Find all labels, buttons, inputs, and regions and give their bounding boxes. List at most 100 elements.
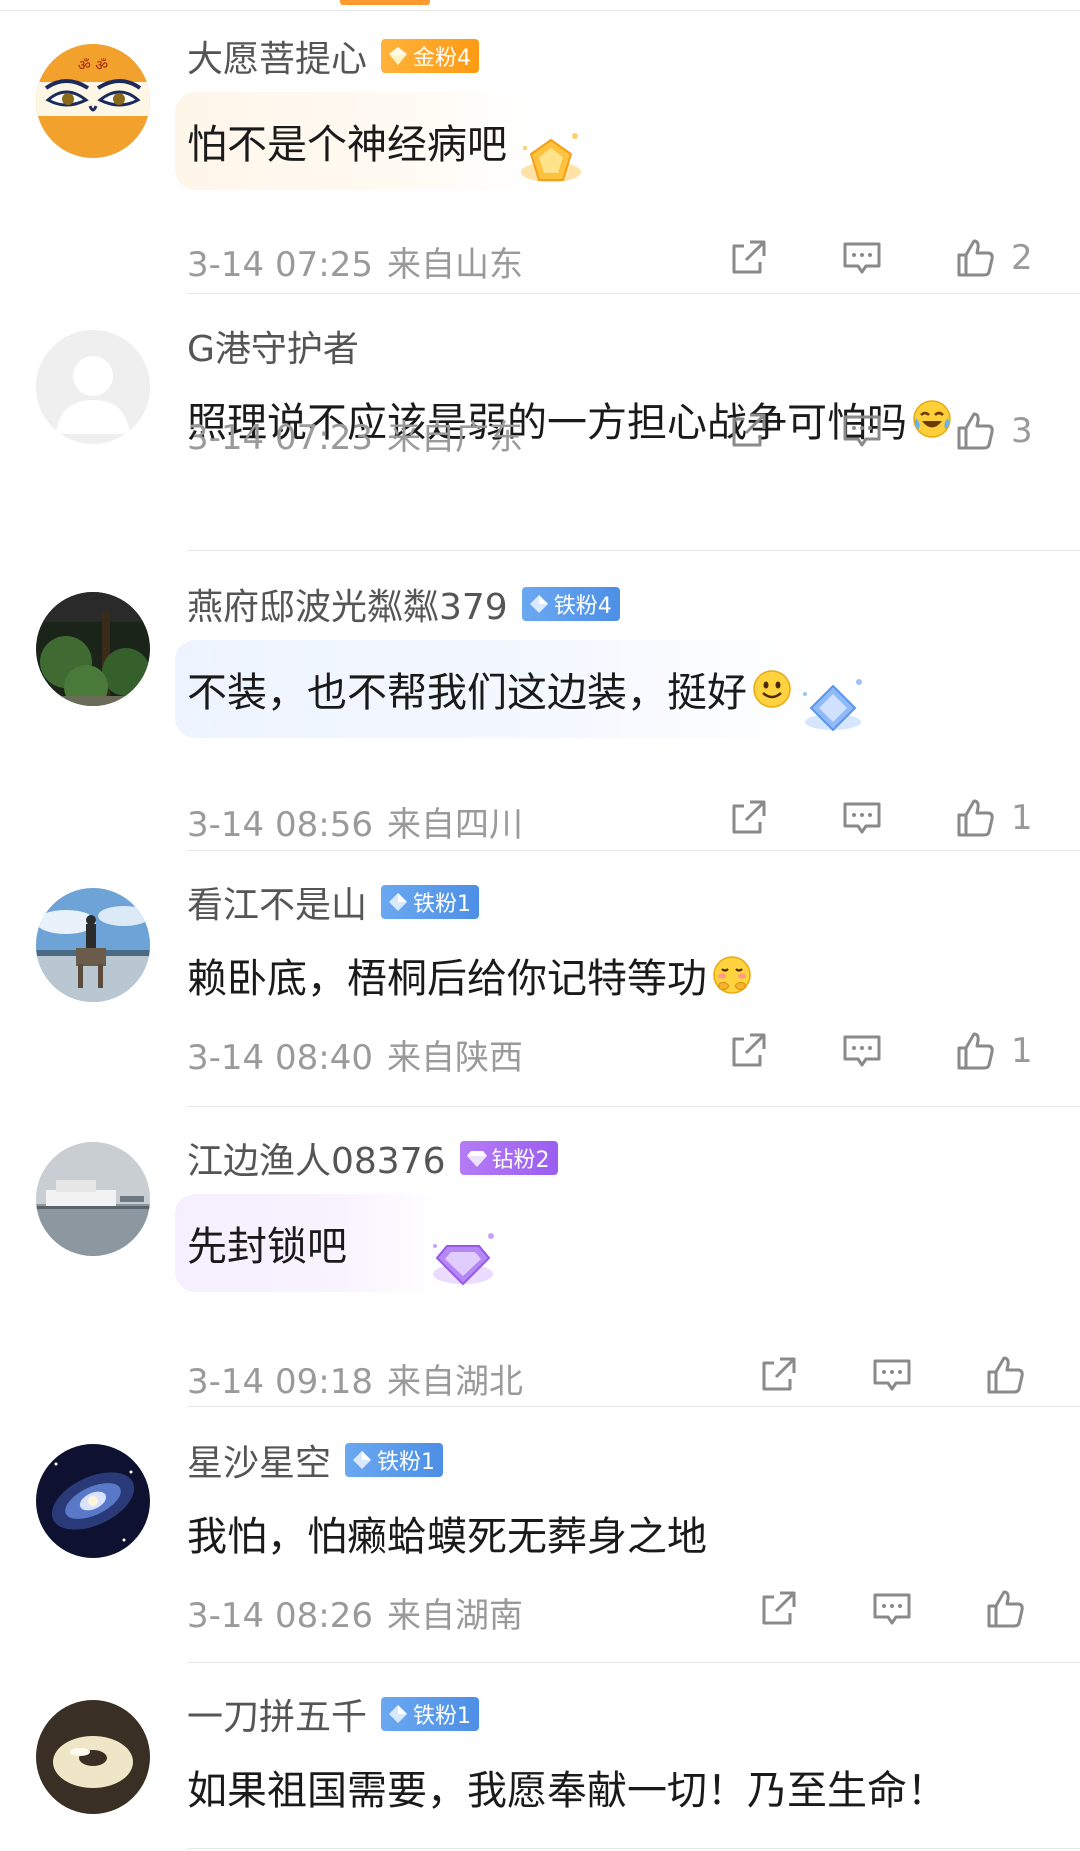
avatar[interactable]: ॐ ॐ [36, 44, 150, 158]
like-button[interactable] [983, 1352, 1027, 1398]
badge-label: 铁粉1 [413, 892, 472, 917]
top-edge [0, 0, 1080, 12]
username[interactable]: 看江不是山 [187, 876, 367, 928]
top-divider [0, 10, 1080, 11]
timestamp: 3-14 08:26 [187, 1596, 373, 1636]
share-button[interactable] [726, 1028, 770, 1074]
fan-badge[interactable]: 钻粉2 [459, 1141, 558, 1175]
comment-text-row: 赖卧底，梧桐后给你记特等功 [187, 946, 753, 1004]
reply-button[interactable] [840, 235, 884, 281]
comment-icon [873, 1593, 911, 1625]
comment-feed: ॐ ॐ 大愿菩提心 金粉4 怕不是个神经病吧 3-14 07:25 来自山东 2… [0, 0, 1080, 1851]
thumbs-up-icon [957, 799, 994, 837]
like-button[interactable]: 3 [953, 408, 1033, 454]
name-row: 看江不是山 铁粉1 [187, 876, 480, 928]
reply-button[interactable] [870, 1586, 914, 1632]
like-button[interactable] [983, 1586, 1027, 1632]
name-row: 江边渔人08376 钻粉2 [187, 1134, 558, 1182]
share-button[interactable] [726, 408, 770, 454]
comment-meta: 3-14 07:23 来自广东 [187, 410, 523, 459]
avatar-forest-image [36, 592, 150, 706]
avatar[interactable] [36, 1444, 150, 1558]
like-button[interactable]: 1 [953, 795, 1033, 841]
like-count: 2 [1011, 238, 1033, 278]
timestamp: 3-14 09:18 [187, 1362, 373, 1402]
fan-badge[interactable]: 铁粉1 [381, 1697, 480, 1731]
avatar[interactable] [36, 1142, 150, 1256]
username[interactable]: 江边渔人08376 [187, 1132, 446, 1184]
username[interactable]: 燕府邸波光粼粼379 [187, 578, 508, 630]
reply-button[interactable] [840, 795, 884, 841]
username[interactable]: 大愿菩提心 [187, 30, 367, 82]
diamond-fan-bubble: 先封锁吧 [175, 1194, 494, 1292]
comment-text: 不装，也不帮我们这边装，挺好 [187, 670, 747, 716]
like-count: 1 [1011, 1031, 1033, 1071]
username[interactable]: 一刀拼五千 [187, 1688, 367, 1740]
thumbs-up-icon [957, 239, 994, 277]
badge-label: 金粉4 [413, 46, 472, 71]
share-icon [762, 1357, 796, 1391]
comment-meta: 3-14 08:26 来自湖南 [187, 1588, 523, 1637]
comment-item: 燕府邸波光粼粼379 铁粉4 不装，也不帮我们这边装，挺好 3-14 08:56… [0, 550, 1080, 851]
avatar[interactable] [36, 592, 150, 706]
share-button[interactable] [756, 1352, 800, 1398]
like-count: 3 [1011, 411, 1033, 451]
like-button[interactable]: 2 [953, 235, 1033, 281]
comment-text-row: 不装，也不帮我们这边装，挺好 [187, 660, 793, 718]
location: 来自四川 [386, 805, 523, 845]
share-button[interactable] [726, 795, 770, 841]
thumbs-up-icon [957, 1032, 994, 1070]
share-button[interactable] [756, 1586, 800, 1632]
username[interactable]: 星沙星空 [187, 1434, 331, 1486]
share-icon [732, 1033, 766, 1067]
name-row: 星沙星空 铁粉1 [187, 1434, 444, 1486]
avatar-rider-image [36, 888, 150, 1002]
reply-button[interactable] [840, 408, 884, 454]
timestamp: 3-14 07:25 [187, 245, 373, 285]
comment-icon [843, 802, 881, 834]
fan-badge[interactable]: 铁粉4 [521, 587, 620, 621]
smile-emoji-icon [753, 670, 791, 708]
badge-label: 铁粉1 [377, 1450, 436, 1475]
like-count: 1 [1011, 798, 1033, 838]
comment-item: 看江不是山 铁粉1 赖卧底，梧桐后给你记特等功 3-14 08:40 来自陕西 [0, 850, 1080, 1107]
comment-icon [843, 242, 881, 274]
timestamp: 3-14 08:40 [187, 1038, 373, 1078]
avatar[interactable] [36, 888, 150, 1002]
share-icon [732, 800, 766, 834]
comment-item: G港守护者 照理说不应该是弱的一方担心战争可怕吗 3-14 07:23 来自广东 … [0, 294, 1080, 551]
gold-crystal-icon [521, 133, 581, 182]
reply-button[interactable] [840, 1028, 884, 1074]
reply-button[interactable] [870, 1352, 914, 1398]
timestamp: 3-14 07:23 [187, 418, 373, 458]
avatar[interactable] [36, 330, 150, 444]
blush-hands-emoji-icon [713, 956, 751, 994]
share-button[interactable] [726, 235, 770, 281]
comment-icon [873, 1359, 911, 1391]
like-button[interactable]: 1 [953, 1028, 1033, 1074]
comment-meta: 3-14 08:56 来自四川 [187, 797, 523, 846]
iron-gem-icon [389, 893, 408, 911]
fan-badge[interactable]: 金粉4 [381, 39, 480, 73]
iron-gem-icon [353, 1451, 372, 1469]
fan-badge[interactable]: 铁粉1 [381, 885, 480, 919]
fan-badge[interactable]: 铁粉1 [345, 1443, 444, 1477]
avatar[interactable] [36, 1700, 150, 1814]
avatar-eyes-image: ॐ ॐ [36, 44, 150, 158]
location: 来自湖南 [386, 1596, 523, 1636]
comment-text: 如果祖国需要，我愿奉献一切！乃至生命！ [187, 1768, 947, 1814]
comment-item: 星沙星空 铁粉1 我怕，怕癞蛤蟆死无葬身之地 3-14 08:26 来自湖南 [0, 1406, 1080, 1663]
thumbs-up-icon [987, 1356, 1024, 1394]
comment-text: 先封锁吧 [187, 1224, 347, 1270]
iron-crystal-icon [803, 679, 862, 732]
diamond-gem-icon [466, 1151, 487, 1167]
share-icon [732, 240, 766, 274]
location: 来自陕西 [386, 1038, 523, 1078]
diamond-crystal-icon [433, 1233, 494, 1286]
name-row: G港守护者 [187, 322, 359, 370]
comment-item: 江边渔人08376 钻粉2 先封锁吧 3-14 09:18 来自湖北 [0, 1106, 1080, 1407]
username[interactable]: G港守护者 [187, 320, 359, 372]
name-row: 大愿菩提心 金粉4 [187, 30, 480, 82]
comment-item: ॐ ॐ 大愿菩提心 金粉4 怕不是个神经病吧 3-14 07:25 来自山东 2 [0, 12, 1080, 294]
name-row: 一刀拼五千 铁粉1 [187, 1688, 480, 1740]
